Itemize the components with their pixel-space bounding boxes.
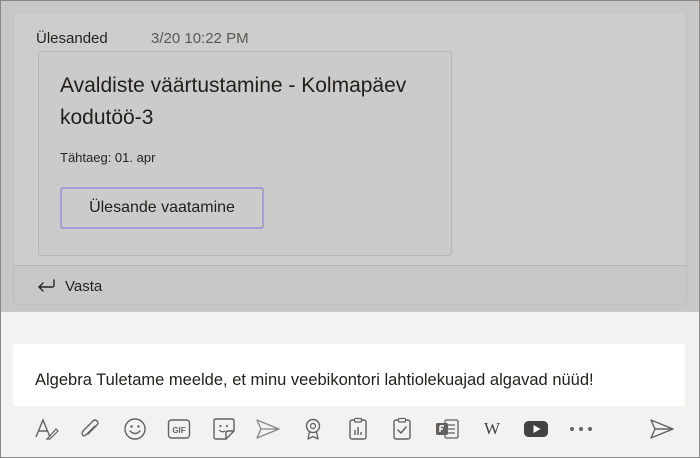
message-input[interactable]: Algebra Tuletame meelde, et minu veebiko…: [13, 344, 685, 406]
compose-area: Algebra Tuletame meelde, et minu veebiko…: [1, 312, 699, 457]
more-options-icon[interactable]: [567, 415, 595, 443]
assignment-card: Avaldiste väärtustamine - Kolmapäev kodu…: [38, 51, 452, 256]
gif-icon[interactable]: GIF: [165, 415, 193, 443]
post-header: Ülesanded 3/20 10:22 PM: [36, 30, 249, 47]
forms-icon[interactable]: [344, 415, 372, 443]
wikipedia-text: W: [484, 419, 501, 438]
meet-now-icon[interactable]: [254, 415, 282, 443]
sticker-icon[interactable]: [210, 415, 238, 443]
reply-bar[interactable]: Vasta: [14, 265, 686, 304]
message-text[interactable]: Algebra Tuletame meelde, et minu veebiko…: [35, 371, 594, 390]
post-timestamp: 3/20 10:22 PM: [151, 30, 249, 47]
wikipedia-icon[interactable]: W: [478, 415, 506, 443]
forms-app-icon[interactable]: [433, 415, 461, 443]
gif-text: GIF: [172, 426, 185, 435]
assignment-due-date: Tähtaeg: 01. apr: [60, 150, 156, 165]
send-icon[interactable]: [648, 415, 676, 443]
assignment-title: Avaldiste väärtustamine - Kolmapäev kodu…: [60, 74, 407, 129]
youtube-icon[interactable]: [522, 415, 550, 443]
emoji-icon[interactable]: [121, 415, 149, 443]
reply-arrow-icon: [38, 279, 55, 292]
attach-icon[interactable]: [76, 415, 104, 443]
channel-post: Ülesanded 3/20 10:22 PM Avaldiste väärtu…: [14, 13, 686, 304]
reply-label[interactable]: Vasta: [65, 278, 102, 295]
view-assignment-button[interactable]: Ülesande vaatamine: [60, 187, 264, 229]
compose-toolbar: GIF W: [1, 410, 699, 450]
post-author[interactable]: Ülesanded: [36, 30, 108, 47]
approvals-icon[interactable]: [388, 415, 416, 443]
format-icon[interactable]: [32, 415, 60, 443]
praise-icon[interactable]: [299, 415, 327, 443]
